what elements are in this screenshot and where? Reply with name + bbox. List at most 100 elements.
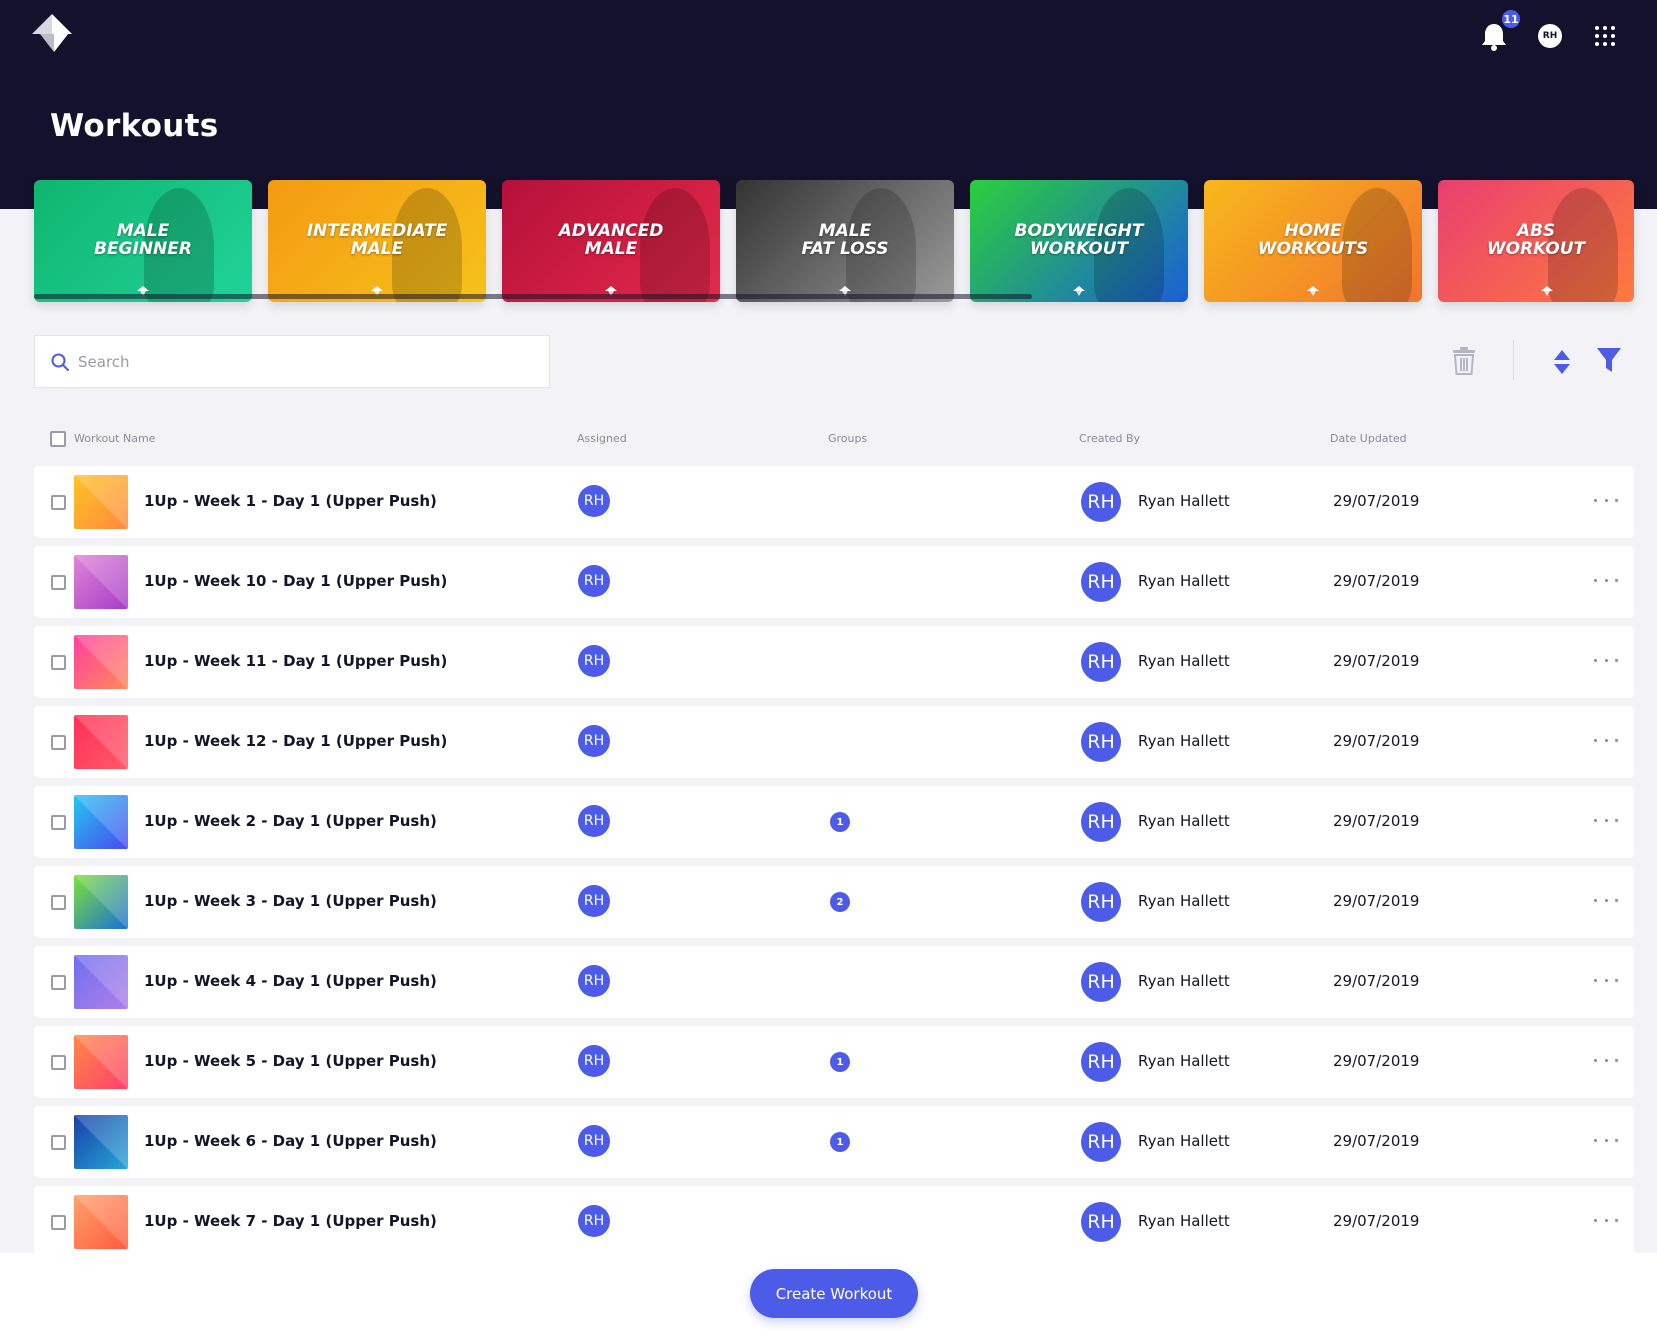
more-options-icon[interactable] [1594,810,1618,830]
assigned-avatar: RH [578,1045,610,1077]
workout-name[interactable]: 1Up - Week 6 - Day 1 (Upper Push) [144,1132,437,1150]
assigned-avatar: RH [578,885,610,917]
table-row[interactable]: 1Up - Week 11 - Day 1 (Upper Push) RH RH Ry… [34,626,1634,698]
table-row[interactable]: 1Up - Week 3 - Day 1 (Upper Push) RH 2 RH Ry… [34,866,1634,938]
category-card-2[interactable]: ADVANCED MALE [502,180,720,302]
assigned-avatar: RH [578,565,610,597]
more-options-icon[interactable] [1594,650,1618,670]
row-checkbox[interactable] [51,1215,66,1230]
date-updated: 29/07/2019 [1333,1132,1420,1150]
workout-name[interactable]: 1Up - Week 1 - Day 1 (Upper Push) [144,492,437,510]
row-checkbox[interactable] [51,1135,66,1150]
table-row[interactable]: 1Up - Week 10 - Day 1 (Upper Push) RH RH Ry… [34,546,1634,618]
brand-mark-icon [1307,286,1319,296]
category-card-0[interactable]: MALE BEGINNER [34,180,252,302]
date-updated: 29/07/2019 [1333,812,1420,830]
workout-thumbnail [74,955,128,1009]
workout-name[interactable]: 1Up - Week 3 - Day 1 (Upper Push) [144,892,437,910]
create-workout-button[interactable]: Create Workout [750,1269,918,1318]
creator-name: Ryan Hallett [1138,652,1230,670]
more-options-icon[interactable] [1594,1130,1618,1150]
category-card-4[interactable]: BODYWEIGHT WORKOUT [970,180,1188,302]
row-checkbox[interactable] [51,655,66,670]
more-options-icon[interactable] [1594,1050,1618,1070]
table-row[interactable]: 1Up - Week 2 - Day 1 (Upper Push) RH 1 RH Ry… [34,786,1634,858]
more-options-icon[interactable] [1594,970,1618,990]
row-checkbox[interactable] [51,1055,66,1070]
creator-name: Ryan Hallett [1138,812,1230,830]
creator-avatar: RH [1081,882,1121,922]
more-options-icon[interactable] [1594,570,1618,590]
table-row[interactable]: 1Up - Week 5 - Day 1 (Upper Push) RH 1 RH Ry… [34,1026,1634,1098]
row-checkbox[interactable] [51,575,66,590]
row-checkbox[interactable] [51,975,66,990]
column-header-date-updated[interactable]: Date Updated [1330,432,1407,445]
row-checkbox[interactable] [51,815,66,830]
workout-name[interactable]: 1Up - Week 5 - Day 1 (Upper Push) [144,1052,437,1070]
groups-count-badge: 1 [830,1132,850,1152]
row-checkbox[interactable] [51,495,66,510]
assigned-avatar: RH [578,645,610,677]
workout-name[interactable]: 1Up - Week 10 - Day 1 (Upper Push) [144,572,447,590]
creator-avatar: RH [1081,1122,1121,1162]
workout-thumbnail [74,1035,128,1089]
category-card-label: BODYWEIGHT WORKOUT [1014,221,1144,259]
select-all-checkbox[interactable] [50,431,66,447]
creator-name: Ryan Hallett [1138,1052,1230,1070]
category-card-5[interactable]: HOME WORKOUTS [1204,180,1422,302]
toolbar-divider [1513,340,1514,380]
workout-name[interactable]: 1Up - Week 2 - Day 1 (Upper Push) [144,812,437,830]
creator-name: Ryan Hallett [1138,1212,1230,1230]
app-logo-icon[interactable] [32,14,74,56]
column-header-groups[interactable]: Groups [828,432,867,445]
search-icon [51,353,69,371]
carousel-scrollbar[interactable] [34,294,1032,299]
more-options-icon[interactable] [1594,490,1618,510]
table-row[interactable]: 1Up - Week 7 - Day 1 (Upper Push) RH RH Rya… [34,1186,1634,1253]
category-card-6[interactable]: ABS WORKOUT [1438,180,1634,302]
category-card-1[interactable]: INTERMEDIATE MALE [268,180,486,302]
column-header-created-by[interactable]: Created By [1079,432,1140,445]
table-row[interactable]: 1Up - Week 6 - Day 1 (Upper Push) RH 1 RH Ry… [34,1106,1634,1178]
workout-thumbnail [74,635,128,689]
workout-thumbnail [74,715,128,769]
workout-thumbnail [74,1195,128,1249]
column-header-assigned[interactable]: Assigned [577,432,627,445]
workout-name[interactable]: 1Up - Week 7 - Day 1 (Upper Push) [144,1212,437,1230]
column-header-workout-name[interactable]: Workout Name [74,432,155,445]
workout-thumbnail [74,875,128,929]
table-row[interactable]: 1Up - Week 1 - Day 1 (Upper Push) RH RH Rya… [34,466,1634,538]
assigned-avatar: RH [578,485,610,517]
creator-avatar: RH [1081,482,1121,522]
workout-thumbnail [74,475,128,529]
category-card-label: ADVANCED MALE [558,221,664,259]
category-card-3[interactable]: MALE FAT LOSS [736,180,954,302]
date-updated: 29/07/2019 [1333,732,1420,750]
workout-table: 1Up - Week 1 - Day 1 (Upper Push) RH RH Rya… [34,466,1634,1253]
workout-name[interactable]: 1Up - Week 12 - Day 1 (Upper Push) [144,732,447,750]
trash-icon[interactable] [1452,347,1476,375]
creator-avatar: RH [1081,962,1121,1002]
date-updated: 29/07/2019 [1333,1052,1420,1070]
more-options-icon[interactable] [1594,890,1618,910]
category-card-label: MALE BEGINNER [93,221,192,259]
assigned-avatar: RH [578,725,610,757]
more-options-icon[interactable] [1594,1210,1618,1230]
category-card-label: MALE FAT LOSS [801,221,889,259]
user-avatar[interactable]: RH [1538,24,1562,48]
table-row[interactable]: 1Up - Week 12 - Day 1 (Upper Push) RH RH Ry… [34,706,1634,778]
category-card-label: INTERMEDIATE MALE [306,221,448,259]
search-input[interactable] [78,352,518,371]
creator-avatar: RH [1081,802,1121,842]
table-row[interactable]: 1Up - Week 4 - Day 1 (Upper Push) RH RH Rya… [34,946,1634,1018]
workout-name[interactable]: 1Up - Week 4 - Day 1 (Upper Push) [144,972,437,990]
sort-icon[interactable] [1553,349,1571,375]
filter-icon[interactable] [1596,347,1622,373]
row-checkbox[interactable] [51,895,66,910]
workout-thumbnail [74,1115,128,1169]
workout-name[interactable]: 1Up - Week 11 - Day 1 (Upper Push) [144,652,447,670]
apps-grid-icon[interactable] [1595,26,1615,46]
date-updated: 29/07/2019 [1333,892,1420,910]
more-options-icon[interactable] [1594,730,1618,750]
row-checkbox[interactable] [51,735,66,750]
